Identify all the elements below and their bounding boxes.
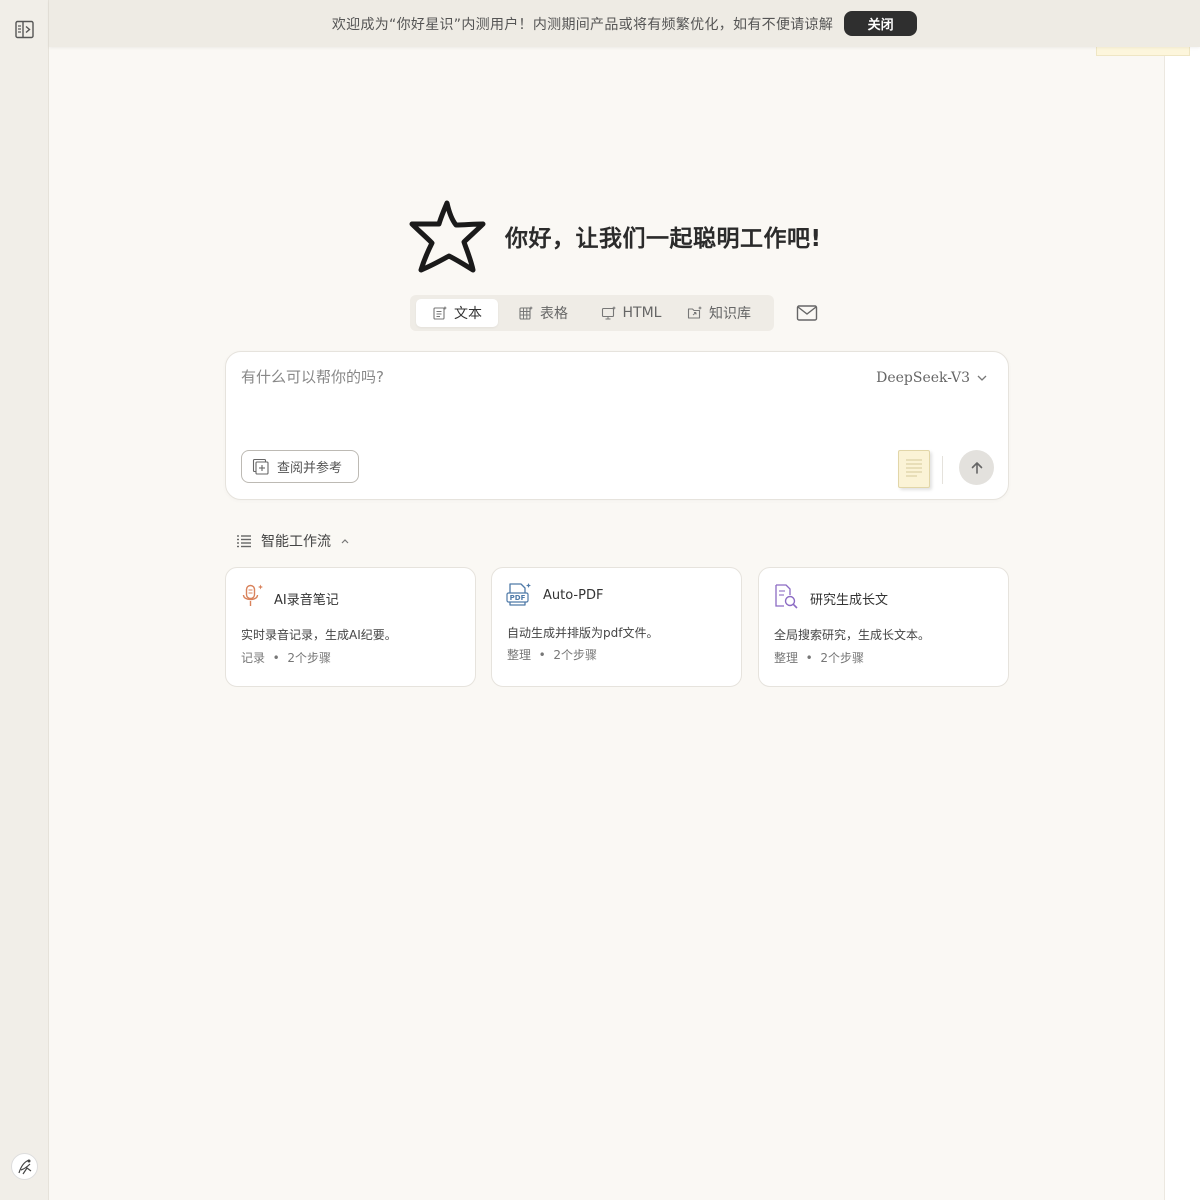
right-panel-edge [1164, 0, 1200, 1200]
avatar[interactable] [11, 1153, 38, 1180]
tab-knowledge-base-label: 知识库 [709, 306, 751, 322]
html-monitor-icon [601, 306, 616, 320]
reference-button[interactable]: 查阅并参考 [241, 450, 359, 483]
text-doc-icon [433, 306, 447, 320]
chat-composer: DeepSeek-V3 查阅并参考 [225, 351, 1009, 500]
mail-icon[interactable] [796, 304, 818, 322]
tab-html[interactable]: HTML [588, 299, 674, 327]
workflow-toggle[interactable]: 智能工作流 [236, 531, 350, 551]
chevron-up-icon [341, 539, 349, 544]
card-meta: 记录 • 2个步骤 [241, 651, 331, 665]
model-name: DeepSeek-V3 [876, 370, 970, 386]
banner-message: 欢迎成为“你好星识”内测用户！内测期间产品或将有频繁优化，如有不便请谅解 [331, 16, 834, 33]
star-logo-icon [409, 200, 486, 273]
prompt-input[interactable] [241, 366, 841, 426]
composer-divider [942, 456, 943, 484]
tab-text[interactable]: 文本 [416, 299, 498, 327]
chevron-down-icon [977, 375, 987, 381]
pdf-icon: PDF [506, 583, 531, 606]
card-meta: 整理 • 2个步骤 [774, 651, 864, 665]
mode-tabs: 文本 表格 HTML 知识库 [410, 295, 774, 331]
list-icon [237, 535, 251, 548]
banner-close-button[interactable]: 关闭 [844, 11, 918, 36]
tab-table[interactable]: 表格 [498, 299, 588, 327]
tab-table-label: 表格 [540, 306, 568, 322]
add-reference-icon [252, 458, 269, 475]
sticky-note-edge [1096, 46, 1190, 56]
tab-html-label: HTML [622, 305, 662, 321]
hero: 你好，让我们一起聪明工作吧! [409, 198, 822, 274]
workflow-card-auto-pdf[interactable]: PDF Auto-PDF 自动生成并排版为pdf文件。 整理 • 2个步骤 [491, 567, 742, 687]
card-meta: 整理 • 2个步骤 [507, 648, 597, 662]
card-description: 实时录音记录，生成AI纪要。 [241, 628, 397, 642]
document-note-icon[interactable] [898, 450, 930, 488]
card-title: AI录音笔记 [274, 593, 339, 608]
card-description: 自动生成并排版为pdf文件。 [507, 626, 659, 640]
doc-search-icon [775, 584, 798, 609]
workflow-card-research[interactable]: 研究生成长文 全局搜索研究，生成长文本。 整理 • 2个步骤 [758, 567, 1009, 687]
svg-text:PDF: PDF [510, 594, 526, 602]
send-button[interactable] [959, 450, 994, 485]
card-description: 全局搜索研究，生成长文本。 [774, 628, 931, 642]
notice-banner: 欢迎成为“你好星识”内测用户！内测期间产品或将有频繁优化，如有不便请谅解 关闭 [49, 0, 1200, 47]
page-title: 你好，让我们一起聪明工作吧! [505, 226, 822, 252]
workflow-title: 智能工作流 [261, 534, 331, 550]
workflow-card-ai-recording[interactable]: AI录音笔记 实时录音记录，生成AI纪要。 记录 • 2个步骤 [225, 567, 476, 687]
reference-label: 查阅并参考 [277, 461, 343, 476]
model-selector[interactable]: DeepSeek-V3 [876, 370, 988, 386]
sidebar [0, 0, 49, 1200]
microphone-icon [242, 584, 263, 606]
table-icon [519, 306, 533, 320]
tab-knowledge-base[interactable]: 知识库 [674, 299, 764, 327]
sidebar-toggle-icon[interactable] [14, 19, 36, 41]
arrow-up-icon [971, 461, 982, 474]
tab-text-label: 文本 [454, 306, 482, 322]
card-title: Auto-PDF [543, 588, 604, 603]
folder-share-icon [687, 306, 702, 319]
card-title: 研究生成长文 [810, 593, 889, 608]
